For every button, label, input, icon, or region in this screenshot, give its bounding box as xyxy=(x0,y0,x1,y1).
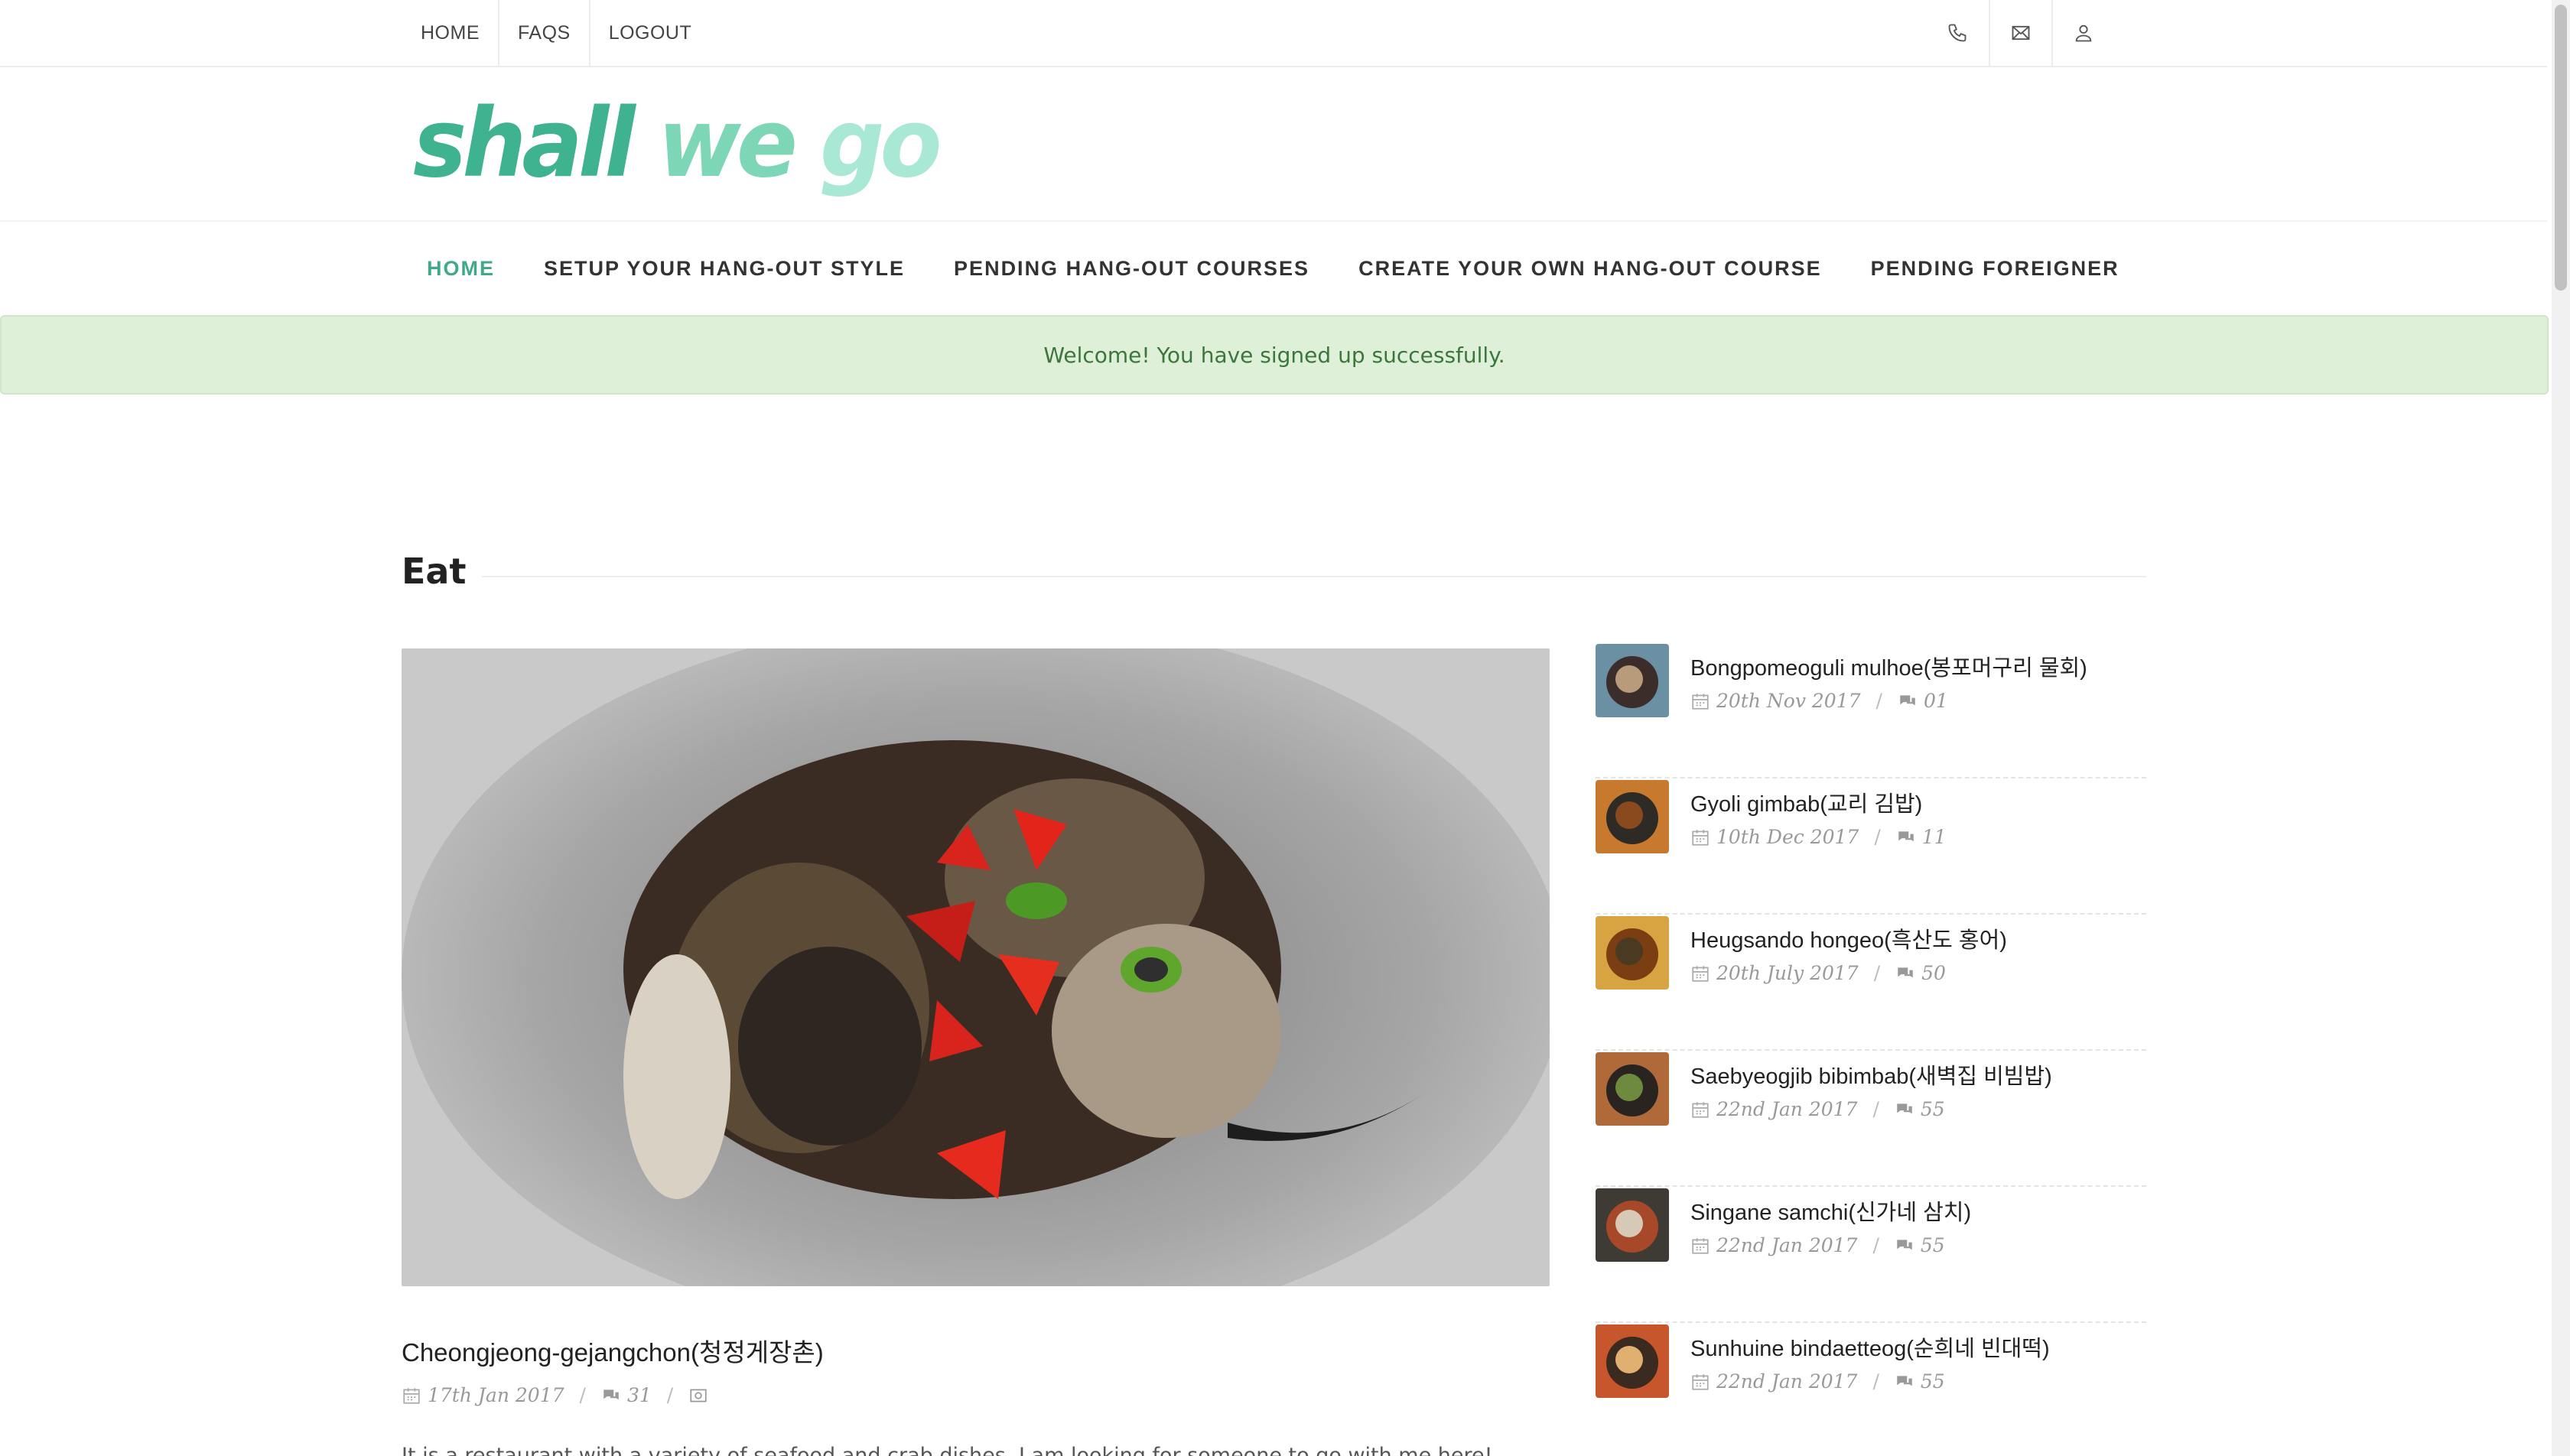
post-meta: 22nd Jan 2017 / 55 xyxy=(1690,1098,1945,1120)
main-nav-setup-style[interactable]: SETUP YOUR HANG-OUT STYLE xyxy=(519,222,929,315)
post-thumbnail[interactable] xyxy=(1596,780,1669,853)
post-thumbnail[interactable] xyxy=(1596,1188,1669,1262)
comment-icon xyxy=(603,1389,619,1399)
meta-separator: / xyxy=(1872,1098,1879,1120)
scrollbar-thumb[interactable] xyxy=(2555,5,2567,291)
meta-separator: / xyxy=(1873,962,1881,984)
meta-separator: / xyxy=(1872,1370,1879,1393)
post-date: 20th July 2017 xyxy=(1716,962,1859,984)
calendar-icon xyxy=(403,1387,420,1404)
top-nav: HOME FAQS LOGOUT xyxy=(402,0,710,66)
post-date: 22nd Jan 2017 xyxy=(1716,1098,1858,1120)
image-icon xyxy=(690,1389,707,1402)
list-item[interactable]: Sunhuine bindaetteog(순희네 빈대떡) 22nd Jan 20… xyxy=(1596,1323,2146,1456)
comment-icon xyxy=(1898,967,1913,977)
calendar-icon xyxy=(1692,829,1709,846)
calendar-icon xyxy=(1692,965,1709,982)
comment-icon xyxy=(1897,1103,1912,1113)
logo-word-go: go xyxy=(820,87,942,199)
post-meta: 22nd Jan 2017 / 55 xyxy=(1690,1234,1945,1256)
top-bar: HOME FAQS LOGOUT xyxy=(0,0,2547,67)
comment-icon xyxy=(1900,694,1915,705)
featured-post-date: 17th Jan 2017 xyxy=(428,1384,564,1406)
top-nav-logout-link[interactable]: LOGOUT xyxy=(590,0,711,66)
main-nav-home[interactable]: HOME xyxy=(402,222,519,315)
section-title: Eat xyxy=(402,551,467,592)
top-nav-home-link[interactable]: HOME xyxy=(402,0,499,66)
post-date: 22nd Jan 2017 xyxy=(1716,1234,1858,1256)
featured-post-title[interactable]: Cheongjeong-gejangchon(청정게장촌) xyxy=(402,1332,824,1369)
list-item[interactable]: Bongpomeoguli mulhoe(봉포머구리 물회) 20th Nov 2… xyxy=(1596,642,2146,778)
post-comments[interactable]: 55 xyxy=(1921,1098,1945,1120)
post-thumbnail[interactable] xyxy=(1596,644,1669,717)
recent-posts-list: Bongpomeoguli mulhoe(봉포머구리 물회) 20th Nov 2… xyxy=(1596,642,2146,1456)
post-thumbnail[interactable] xyxy=(1596,1052,1669,1126)
post-comments[interactable]: 11 xyxy=(1922,826,1947,848)
top-icons xyxy=(1926,0,2114,66)
main-nav-pending-courses[interactable]: PENDING HANG-OUT COURSES xyxy=(929,222,1334,315)
post-meta: 10th Dec 2017 / 11 xyxy=(1690,826,1947,848)
success-alert: Welcome! You have signed up successfully… xyxy=(0,315,2549,395)
calendar-icon xyxy=(1692,1373,1709,1390)
calendar-icon xyxy=(1692,693,1709,710)
main-nav: HOME SETUP YOUR HANG-OUT STYLE PENDING H… xyxy=(0,220,2547,315)
featured-post-excerpt: It is a restaurant with a variety of sea… xyxy=(402,1444,1493,1456)
calendar-icon xyxy=(1692,1101,1709,1118)
post-comments[interactable]: 01 xyxy=(1924,690,1948,712)
meta-separator: / xyxy=(1874,826,1881,848)
featured-post-meta: 17th Jan 2017 / 31 / xyxy=(402,1384,714,1406)
calendar-icon xyxy=(1692,1237,1709,1254)
post-thumbnail[interactable] xyxy=(1596,916,1669,990)
post-title[interactable]: Gyoli gimbab(교리 김밥) xyxy=(1690,786,1922,818)
list-item[interactable]: Saebyeogjib bibimbab(새벽집 비빔밥) 22nd Jan 20… xyxy=(1596,1051,2146,1187)
post-title[interactable]: Singane samchi(신가네 삼치) xyxy=(1690,1194,1971,1227)
featured-post-comments[interactable]: 31 xyxy=(627,1384,652,1406)
main-nav-create-course[interactable]: CREATE YOUR OWN HANG-OUT COURSE xyxy=(1334,222,1846,315)
phone-icon[interactable] xyxy=(1926,0,1989,66)
section-divider xyxy=(482,576,2146,577)
post-thumbnail[interactable] xyxy=(1596,1324,1669,1398)
top-nav-faqs-link[interactable]: FAQS xyxy=(499,0,590,66)
meta-separator: / xyxy=(666,1384,674,1406)
meta-separator: / xyxy=(579,1384,586,1406)
list-item[interactable]: Singane samchi(신가네 삼치) 22nd Jan 2017 / 55 xyxy=(1596,1187,2146,1323)
post-date: 10th Dec 2017 xyxy=(1716,826,1859,848)
logo-word-shall: shall xyxy=(413,87,636,199)
meta-separator: / xyxy=(1875,690,1882,712)
comment-icon xyxy=(1897,1375,1912,1386)
post-date: 22nd Jan 2017 xyxy=(1716,1370,1858,1393)
post-title[interactable]: Sunhuine bindaetteog(순희네 빈대떡) xyxy=(1690,1331,2050,1363)
mail-icon[interactable] xyxy=(1989,0,2051,66)
scrollbar[interactable] xyxy=(2552,0,2570,1456)
user-icon[interactable] xyxy=(2051,0,2114,66)
post-date: 20th Nov 2017 xyxy=(1716,690,1861,712)
featured-image[interactable] xyxy=(402,648,1550,1286)
comment-icon xyxy=(1898,830,1914,841)
post-comments[interactable]: 55 xyxy=(1921,1234,1945,1256)
post-title[interactable]: Bongpomeoguli mulhoe(봉포머구리 물회) xyxy=(1690,650,2087,682)
logo-word-we: we xyxy=(657,87,798,199)
meta-separator: / xyxy=(1872,1234,1879,1256)
post-meta: 22nd Jan 2017 / 55 xyxy=(1690,1370,1945,1393)
post-comments[interactable]: 50 xyxy=(1921,962,1946,984)
post-title[interactable]: Heugsando hongeo(흑산도 홍어) xyxy=(1690,922,2007,954)
post-comments[interactable]: 55 xyxy=(1921,1370,1945,1393)
main-nav-pending-foreigner[interactable]: PENDING FOREIGNER xyxy=(1846,222,2144,315)
list-item[interactable]: Heugsando hongeo(흑산도 홍어) 20th July 2017 / 5… xyxy=(1596,915,2146,1051)
post-meta: 20th Nov 2017 / 01 xyxy=(1690,690,1948,712)
post-meta: 20th July 2017 / 50 xyxy=(1690,962,1946,984)
post-title[interactable]: Saebyeogjib bibimbab(새벽집 비빔밥) xyxy=(1690,1058,2052,1090)
site-logo[interactable]: shall we go xyxy=(413,83,942,203)
comment-icon xyxy=(1897,1239,1912,1250)
list-item[interactable]: Gyoli gimbab(교리 김밥) 10th Dec 2017 / 11 xyxy=(1596,778,2146,915)
